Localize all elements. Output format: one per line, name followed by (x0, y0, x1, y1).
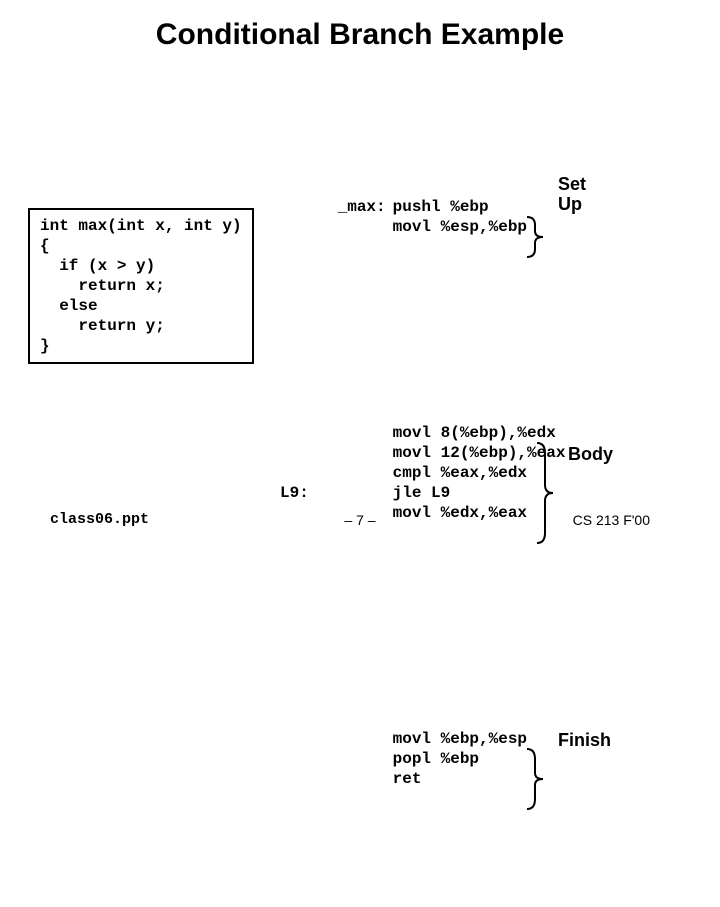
asm-finish-instructions: movl %ebp,%esp popl %ebp ret (393, 729, 527, 789)
footer-filename: class06.ppt (50, 511, 149, 528)
asm-body-block: movl 8(%ebp),%edx movl 12(%ebp),%eax cmp… (280, 403, 565, 603)
slide-title: Conditional Branch Example (0, 0, 720, 52)
brace-body (535, 401, 612, 585)
asm-setup-instructions: pushl %ebp movl %esp,%ebp (393, 197, 527, 237)
asm-empty-label (338, 423, 393, 523)
annotation-body: Body (568, 443, 613, 466)
footer-course: CS 213 F'00 (573, 512, 650, 528)
asm-finish-block: movl %ebp,%esp popl %ebp ret Finish (280, 709, 565, 849)
c-source-code: int max(int x, int y) { if (x > y) retur… (28, 208, 254, 364)
asm-label-max: _max: (338, 197, 393, 217)
annotation-setup: Set Up (558, 175, 586, 215)
asm-empty-label-2 (338, 729, 393, 749)
slide-content: int max(int x, int y) { if (x > y) retur… (0, 52, 720, 492)
asm-label-l9: L9: (280, 483, 335, 503)
slide-footer: class06.ppt – 7 – CS 213 F'00 (0, 512, 720, 528)
asm-setup-block: _max:pushl %ebp movl %esp,%ebp Set Up (280, 177, 565, 297)
annotation-finish: Finish (558, 729, 611, 752)
